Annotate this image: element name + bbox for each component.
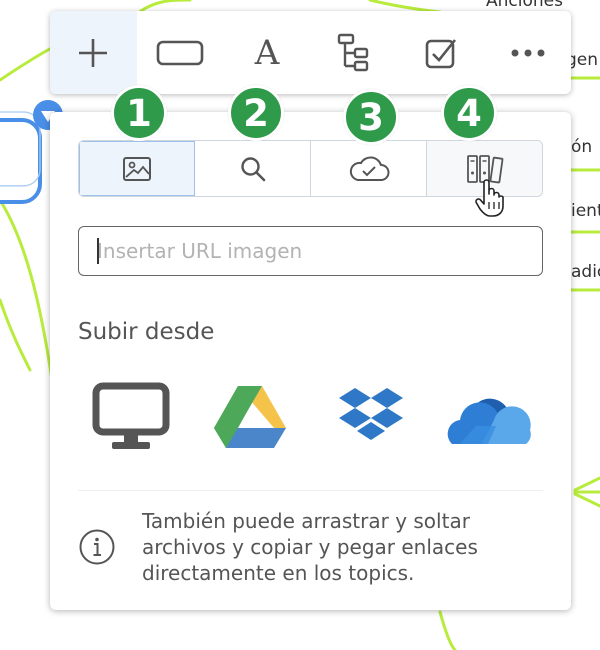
search-icon [240, 156, 265, 181]
info-text: También puede arrastrar y soltar archivo… [142, 509, 478, 585]
tab-cloud[interactable] [311, 141, 427, 196]
structure-button[interactable] [310, 11, 397, 94]
topic-shape-button[interactable] [137, 11, 224, 94]
callout-badge-3: 3 [343, 89, 399, 145]
background-topic-label: adic [571, 262, 600, 282]
divider [78, 490, 543, 491]
floating-toolbar: A [50, 11, 571, 94]
tree-structure-icon [337, 33, 369, 71]
info-icon [79, 529, 115, 565]
text-format-button[interactable]: A [224, 11, 311, 94]
callout-badge-2: 2 [228, 85, 284, 141]
upload-from-dropbox-button[interactable] [338, 386, 404, 453]
google-drive-icon [214, 386, 286, 448]
callout-badge-4: 4 [441, 85, 497, 141]
upload-from-computer-button[interactable] [92, 382, 170, 457]
more-dots-icon [511, 49, 545, 56]
rectangle-icon [156, 40, 204, 65]
upload-from-onedrive-button[interactable] [446, 390, 534, 451]
checkbox-icon [425, 38, 456, 68]
background-topic-label: ón [571, 137, 593, 157]
monitor-icon [92, 382, 170, 449]
callout-badge-1: 1 [111, 85, 167, 141]
upload-section-title: Subir desde [78, 319, 215, 345]
plus-icon [79, 38, 108, 67]
tab-image[interactable] [79, 141, 195, 196]
background-topic-label: ient [571, 201, 600, 221]
more-button[interactable] [484, 11, 571, 94]
hand-pointer-cursor [475, 179, 504, 217]
background-topic-label: Anciones [486, 0, 563, 11]
add-button[interactable] [50, 11, 137, 94]
image-url-input[interactable] [78, 226, 543, 276]
onedrive-icon [447, 398, 531, 444]
task-button[interactable] [397, 11, 484, 94]
upload-from-google-drive-button[interactable] [212, 384, 288, 455]
image-source-tabs [78, 140, 543, 197]
image-icon [122, 156, 151, 181]
text-a-icon: A [254, 32, 280, 73]
upload-sources [78, 372, 543, 462]
dropbox-icon [339, 388, 403, 440]
tab-search[interactable] [195, 141, 311, 196]
text-caret [97, 238, 99, 264]
cloud-check-icon [349, 156, 389, 181]
